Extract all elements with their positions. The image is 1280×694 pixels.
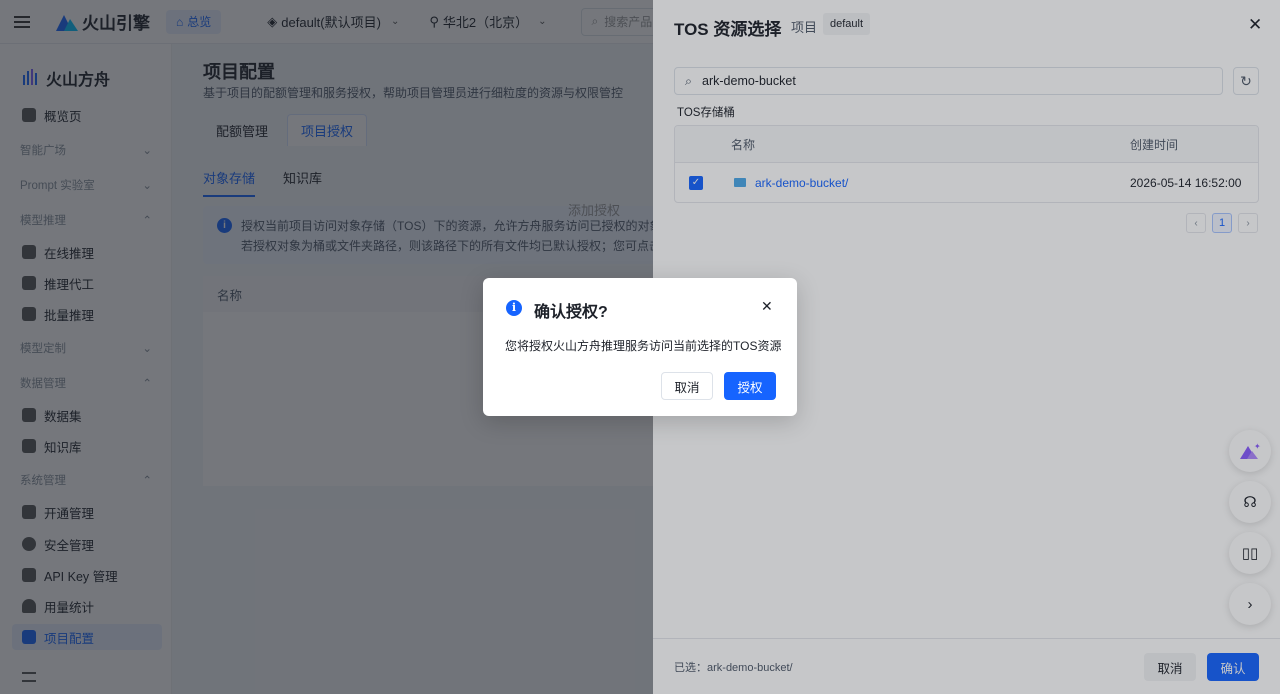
dialog-cancel-button[interactable]: 取消	[661, 372, 713, 400]
dialog-message: 您将授权火山方舟推理服务访问当前选择的TOS资源	[505, 339, 782, 353]
close-icon[interactable]: ✕	[761, 298, 773, 315]
dialog-title: 确认授权?	[534, 304, 608, 321]
dialog-authorize-button[interactable]: 授权	[724, 372, 776, 400]
info-icon: i	[506, 300, 522, 316]
confirm-auth-dialog: i 确认授权? ✕ 您将授权火山方舟推理服务访问当前选择的TOS资源 取消 授权	[483, 278, 797, 416]
